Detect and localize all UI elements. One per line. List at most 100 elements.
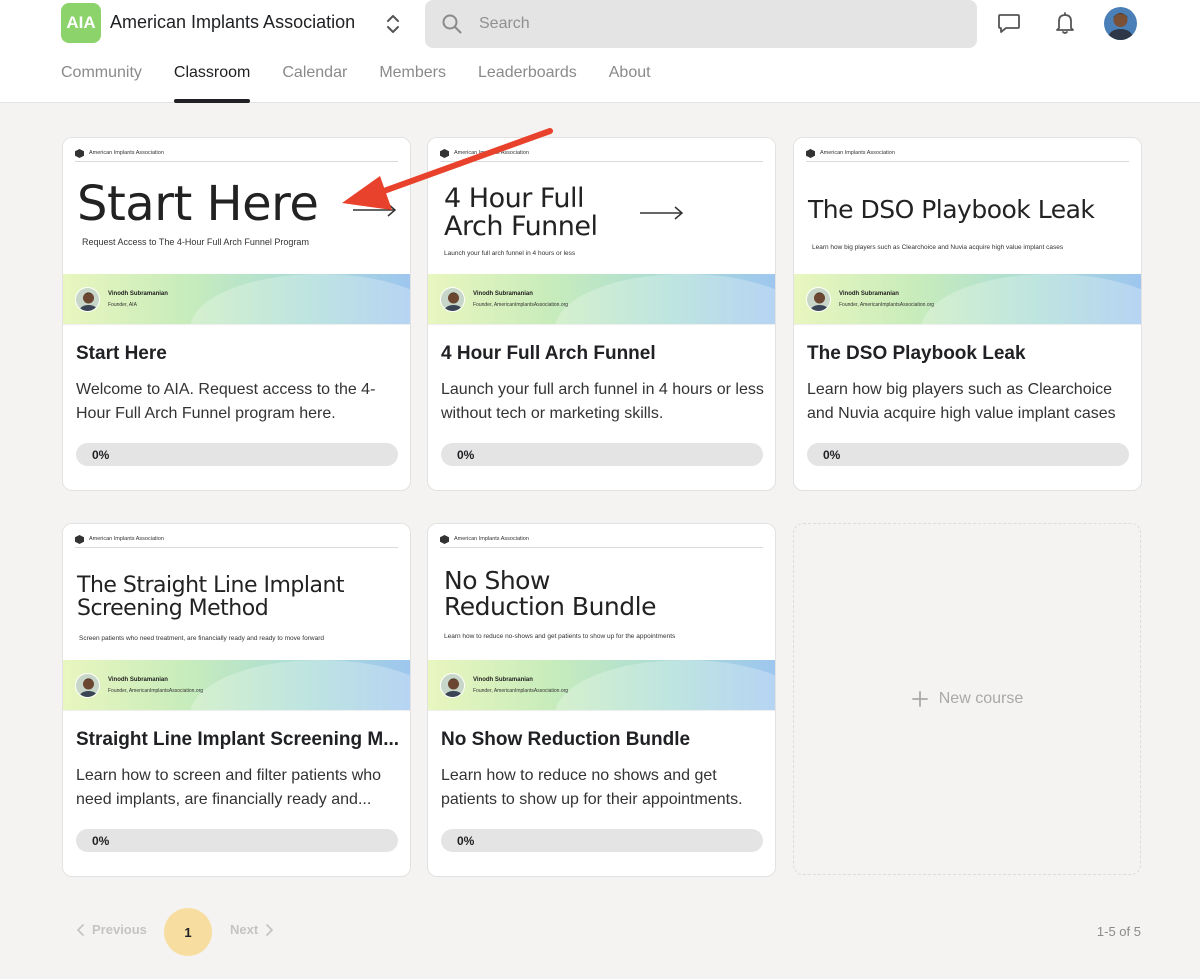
course-title[interactable]: No Show Reduction Bundle: [441, 729, 766, 751]
community-logo[interactable]: AIA: [61, 3, 101, 43]
thumbnail-subtitle: Request Access to The 4-Hour Full Arch F…: [82, 237, 309, 247]
course-card[interactable]: American Implants Association 4 Hour Ful…: [427, 137, 776, 491]
thumbnail-org: American Implants Association: [820, 150, 895, 156]
user-avatar[interactable]: [1104, 7, 1137, 40]
author-role: Founder, AmericanImplantsAssociation.org: [473, 688, 569, 694]
thumbnail-title: The DSO Playbook Leak: [808, 195, 1095, 224]
course-thumbnail: American Implants Association The DSO Pl…: [794, 138, 1141, 325]
chevron-up-down-icon[interactable]: [383, 12, 403, 36]
cube-logo-icon: [440, 149, 449, 158]
tab-classroom[interactable]: Classroom: [173, 64, 251, 103]
arrow-right-icon: [640, 206, 684, 220]
thumbnail-org: American Implants Association: [454, 536, 529, 542]
search-bar[interactable]: [425, 0, 977, 48]
progress-label: 0%: [457, 834, 475, 848]
course-card[interactable]: American Implants Association Start Here…: [62, 137, 411, 491]
page-number-button[interactable]: 1: [164, 908, 212, 956]
new-course-label: New course: [938, 690, 1024, 707]
course-thumbnail: American Implants Association The Straig…: [63, 524, 410, 711]
author-name: Vinodh Subramanian: [839, 291, 899, 297]
progress-label: 0%: [92, 834, 110, 848]
thumbnail-subtitle: Learn how to reduce no-shows and get pat…: [444, 633, 676, 640]
thumbnail-org: American Implants Association: [89, 150, 164, 156]
previous-label: Previous: [92, 922, 147, 937]
community-name[interactable]: American Implants Association: [110, 12, 355, 33]
course-card[interactable]: American Implants Association No Show Re…: [427, 523, 776, 877]
top-header: AIA American Implants Association Commun…: [0, 0, 1200, 103]
next-label: Next: [230, 922, 259, 937]
thumbnail-title: The Straight Line Implant Screening Meth…: [77, 573, 345, 621]
tab-community[interactable]: Community: [61, 64, 142, 103]
author-name: Vinodh Subramanian: [473, 291, 533, 297]
author-avatar: [75, 287, 100, 312]
course-card[interactable]: American Implants Association The DSO Pl…: [793, 137, 1142, 491]
tab-calendar[interactable]: Calendar: [282, 64, 347, 103]
thumbnail-author-band: Vinodh Subramanian Founder, AmericanImpl…: [428, 660, 775, 710]
plus-icon: [911, 691, 928, 707]
course-thumbnail: American Implants Association Start Here…: [63, 138, 410, 325]
tab-leaderboards[interactable]: Leaderboards: [478, 64, 577, 103]
course-thumbnail: American Implants Association No Show Re…: [428, 524, 775, 711]
author-role: Founder, AIA: [108, 302, 137, 308]
thumbnail-subtitle: Launch your full arch funnel in 4 hours …: [444, 250, 576, 257]
cube-logo-icon: [75, 149, 84, 158]
tab-about[interactable]: About: [609, 64, 651, 103]
nav-tabs: Community Classroom Calendar Members Lea…: [61, 64, 651, 103]
chevron-left-icon: [77, 923, 84, 936]
thumbnail-author-band: Vinodh Subramanian Founder, AmericanImpl…: [428, 274, 775, 324]
course-progress-bar: 0%: [807, 443, 1129, 466]
thumbnail-subtitle: Screen patients who need treatment, are …: [79, 635, 324, 642]
author-avatar: [806, 287, 831, 312]
search-input[interactable]: [479, 0, 959, 48]
author-avatar: [440, 287, 465, 312]
progress-label: 0%: [92, 448, 110, 462]
next-page-button[interactable]: Next: [230, 922, 274, 937]
thumbnail-title: Start Here: [77, 176, 319, 232]
course-progress-bar: 0%: [441, 443, 763, 466]
thumbnail-author-band: Vinodh Subramanian Founder, AmericanImpl…: [63, 660, 410, 710]
course-thumbnail: American Implants Association 4 Hour Ful…: [428, 138, 775, 325]
thumbnail-subtitle: Learn how big players such as Clearchoic…: [812, 244, 1064, 251]
thumbnail-author-band: Vinodh Subramanian Founder, AmericanImpl…: [794, 274, 1141, 324]
progress-label: 0%: [457, 448, 475, 462]
previous-page-button[interactable]: Previous: [76, 922, 147, 937]
chevron-right-icon: [266, 923, 274, 936]
progress-label: 0%: [823, 448, 841, 462]
author-avatar: [440, 673, 465, 698]
new-course-button[interactable]: New course: [793, 523, 1141, 875]
cube-logo-icon: [440, 535, 449, 544]
course-title[interactable]: Start Here: [76, 343, 401, 365]
thumbnail-author-band: Vinodh Subramanian Founder, AIA: [63, 274, 410, 324]
course-title[interactable]: The DSO Playbook Leak: [807, 343, 1132, 365]
author-role: Founder, AmericanImplantsAssociation.org: [473, 302, 569, 308]
chat-icon[interactable]: [996, 10, 1022, 36]
course-progress-bar: 0%: [76, 829, 398, 852]
author-avatar: [75, 673, 100, 698]
course-description: Learn how to reduce no shows and get pat…: [441, 767, 743, 808]
arrow-right-icon: [353, 203, 397, 217]
course-description: Launch your full arch funnel in 4 hours …: [441, 381, 764, 422]
course-description: Learn how big players such as Clearchoic…: [807, 381, 1116, 422]
results-count: 1-5 of 5: [1096, 924, 1141, 939]
author-name: Vinodh Subramanian: [108, 677, 168, 683]
author-role: Founder, AmericanImplantsAssociation.org: [839, 302, 935, 308]
thumbnail-title: 4 Hour Full Arch Funnel: [444, 183, 598, 242]
course-description: Welcome to AIA. Request access to the 4-…: [76, 381, 376, 422]
author-role: Founder, AmericanImplantsAssociation.org: [108, 688, 204, 694]
search-icon: [442, 14, 462, 34]
bell-icon[interactable]: [1052, 10, 1078, 36]
thumbnail-title: No Show Reduction Bundle: [444, 566, 656, 621]
cube-logo-icon: [75, 535, 84, 544]
course-title[interactable]: 4 Hour Full Arch Funnel: [441, 343, 766, 365]
course-title[interactable]: Straight Line Implant Screening M...: [76, 729, 401, 751]
tab-members[interactable]: Members: [379, 64, 446, 103]
author-name: Vinodh Subramanian: [108, 291, 168, 297]
thumbnail-org: American Implants Association: [89, 536, 164, 542]
course-progress-bar: 0%: [76, 443, 398, 466]
course-card[interactable]: American Implants Association The Straig…: [62, 523, 411, 877]
author-name: Vinodh Subramanian: [473, 677, 533, 683]
thumbnail-org: American Implants Association: [454, 150, 529, 156]
course-description: Learn how to screen and filter patients …: [76, 767, 382, 808]
cube-logo-icon: [806, 149, 815, 158]
course-progress-bar: 0%: [441, 829, 763, 852]
